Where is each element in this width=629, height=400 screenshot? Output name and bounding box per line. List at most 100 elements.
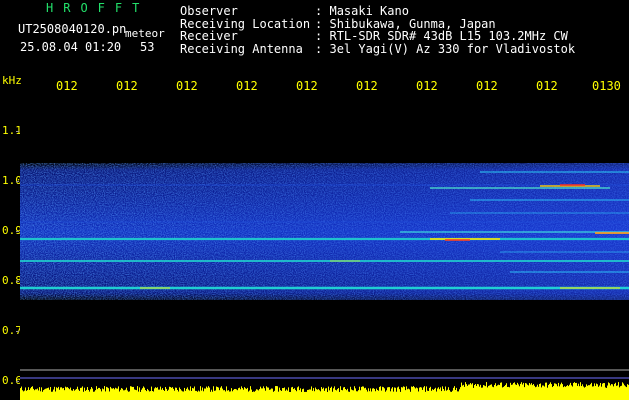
level-bar	[211, 389, 212, 400]
level-bar	[374, 388, 375, 400]
level-bar	[496, 386, 497, 400]
level-bar	[525, 383, 526, 400]
level-bar	[39, 387, 40, 400]
level-bar	[223, 390, 224, 400]
level-bar	[93, 391, 94, 400]
level-bar	[92, 388, 93, 400]
level-bar	[126, 387, 127, 400]
level-bar	[375, 391, 376, 400]
level-bar	[396, 391, 397, 400]
level-bar	[481, 387, 482, 400]
level-bar	[422, 389, 423, 400]
level-bar	[361, 386, 362, 400]
level-bar	[416, 387, 417, 400]
level-bar	[214, 390, 215, 400]
level-bar	[280, 390, 281, 400]
level-bar	[65, 386, 66, 400]
level-bar	[124, 390, 125, 400]
level-bar	[477, 384, 478, 400]
level-bar	[237, 390, 238, 400]
level-bar	[419, 387, 420, 400]
level-bar	[249, 390, 250, 400]
level-bar	[626, 387, 627, 400]
level-bar	[557, 386, 558, 400]
level-bar	[585, 386, 586, 400]
level-bar	[307, 389, 308, 400]
level-bar	[164, 390, 165, 400]
level-bar	[266, 386, 267, 400]
level-bar	[81, 387, 82, 400]
level-bar	[407, 389, 408, 400]
level-bar	[539, 383, 540, 400]
level-bar	[515, 384, 516, 400]
level-bar	[35, 389, 36, 400]
level-bar	[163, 389, 164, 400]
level-bar	[503, 386, 504, 400]
level-bar	[450, 391, 451, 400]
level-bar	[125, 389, 126, 400]
level-bar	[528, 385, 529, 400]
level-bar	[29, 389, 30, 400]
level-bar	[397, 387, 398, 400]
level-bar	[281, 390, 282, 400]
level-bar	[190, 386, 191, 400]
level-bar	[339, 391, 340, 400]
level-bar	[258, 390, 259, 400]
level-bar	[502, 387, 503, 400]
level-bar	[373, 388, 374, 400]
level-bar	[389, 387, 390, 400]
level-bar	[466, 384, 467, 400]
level-bar	[362, 386, 363, 400]
level-bar	[592, 386, 593, 400]
level-bar	[440, 387, 441, 400]
level-bar	[298, 386, 299, 400]
level-bar	[392, 387, 393, 400]
level-bar	[348, 391, 349, 400]
level-bar	[623, 383, 624, 400]
level-bar	[326, 388, 327, 400]
level-bar	[86, 389, 87, 400]
level-bar	[191, 390, 192, 400]
level-bar	[60, 387, 61, 400]
level-bar	[209, 387, 210, 400]
level-bar	[202, 387, 203, 400]
level-bar	[246, 388, 247, 400]
level-bar	[286, 389, 287, 400]
level-bar	[194, 386, 195, 400]
level-bar	[538, 386, 539, 400]
level-bar	[195, 390, 196, 400]
level-bar	[149, 391, 150, 400]
level-bar	[277, 386, 278, 400]
level-bar	[145, 389, 146, 400]
level-bar	[523, 382, 524, 400]
level-bar	[494, 384, 495, 400]
level-bar	[542, 385, 543, 400]
level-bar	[127, 390, 128, 400]
level-bar	[221, 386, 222, 400]
level-bar	[85, 390, 86, 400]
level-bar	[437, 388, 438, 400]
level-bar	[379, 386, 380, 400]
level-bar	[267, 387, 268, 400]
level-bar	[425, 391, 426, 400]
level-bar	[107, 387, 108, 400]
level-bar	[459, 389, 460, 400]
level-bar	[36, 389, 37, 400]
level-bar	[88, 389, 89, 400]
level-bar	[444, 390, 445, 400]
level-bar	[610, 385, 611, 400]
level-bar	[301, 391, 302, 400]
level-bar	[532, 385, 533, 400]
level-bar	[137, 386, 138, 400]
level-bar	[447, 389, 448, 400]
level-bar	[550, 382, 551, 400]
level-bar	[475, 384, 476, 400]
level-bar	[178, 391, 179, 400]
level-bar	[464, 386, 465, 400]
level-bar	[293, 388, 294, 400]
level-bar	[234, 388, 235, 400]
level-bar	[91, 386, 92, 400]
level-bar	[225, 391, 226, 400]
level-bar	[434, 388, 435, 400]
level-bar	[567, 385, 568, 400]
